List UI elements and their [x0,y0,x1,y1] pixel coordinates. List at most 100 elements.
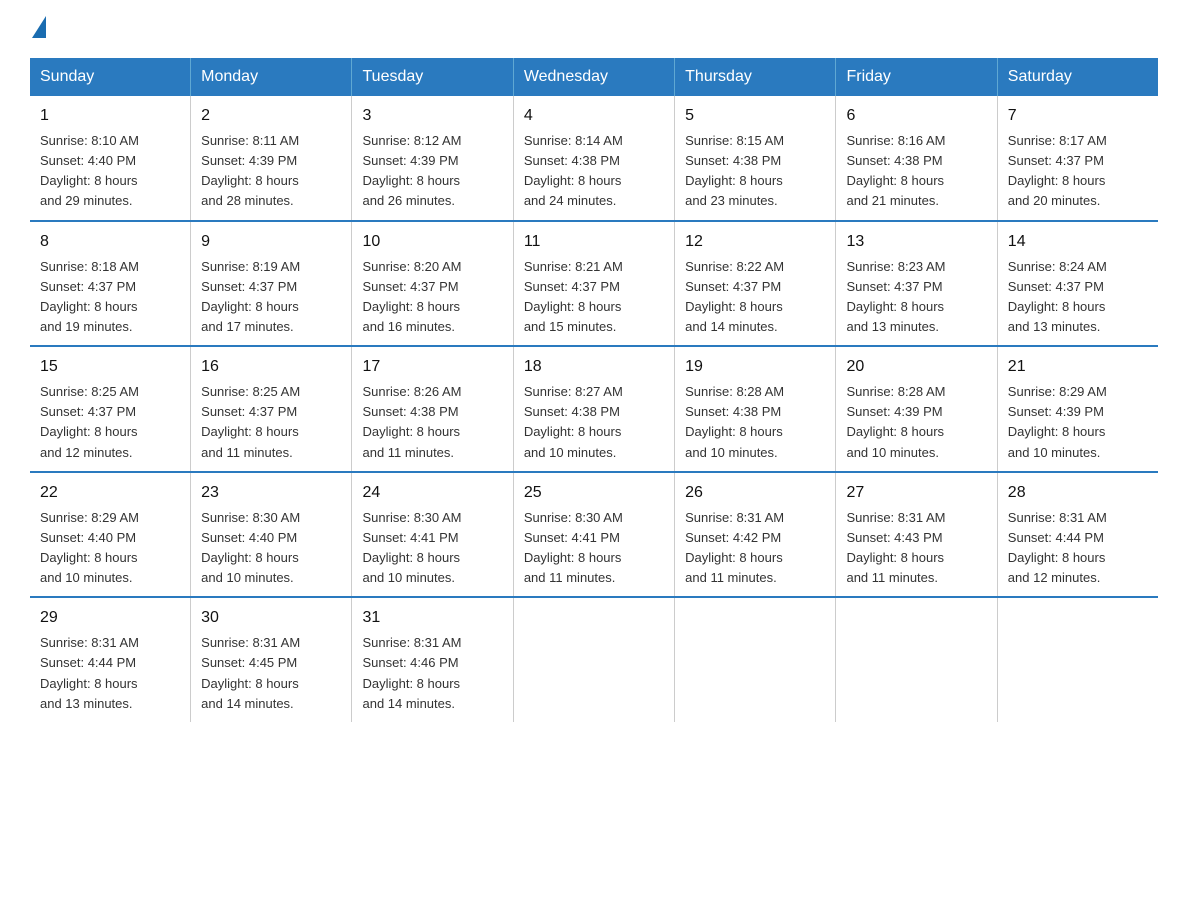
day-info-line: Daylight: 8 hours [40,422,180,442]
day-info-line: Sunrise: 8:28 AM [846,382,986,402]
day-info-line: Sunrise: 8:15 AM [685,131,825,151]
calendar-cell: 4Sunrise: 8:14 AMSunset: 4:38 PMDaylight… [513,96,674,221]
day-info: Sunrise: 8:31 AMSunset: 4:45 PMDaylight:… [201,633,341,714]
day-info-line: Sunset: 4:40 PM [201,528,341,548]
day-number: 20 [846,355,986,379]
day-info-line: Daylight: 8 hours [685,297,825,317]
day-number: 22 [40,481,180,505]
calendar-week-row: 15Sunrise: 8:25 AMSunset: 4:37 PMDayligh… [30,346,1158,472]
day-info: Sunrise: 8:18 AMSunset: 4:37 PMDaylight:… [40,257,180,338]
calendar-cell: 13Sunrise: 8:23 AMSunset: 4:37 PMDayligh… [836,221,997,347]
day-info-line: and 13 minutes. [1008,317,1148,337]
day-info-line: and 16 minutes. [362,317,502,337]
logo [30,20,46,38]
day-info: Sunrise: 8:28 AMSunset: 4:39 PMDaylight:… [846,382,986,463]
day-info-line: Sunrise: 8:31 AM [40,633,180,653]
calendar-week-row: 1Sunrise: 8:10 AMSunset: 4:40 PMDaylight… [30,96,1158,221]
day-info-line: and 14 minutes. [685,317,825,337]
day-info-line: and 14 minutes. [201,694,341,714]
day-number: 13 [846,230,986,254]
day-info-line: Daylight: 8 hours [40,674,180,694]
day-info-line: and 26 minutes. [362,191,502,211]
day-info-line: Sunrise: 8:31 AM [1008,508,1148,528]
day-info-line: Sunset: 4:46 PM [362,653,502,673]
calendar-cell: 25Sunrise: 8:30 AMSunset: 4:41 PMDayligh… [513,472,674,598]
day-info: Sunrise: 8:29 AMSunset: 4:39 PMDaylight:… [1008,382,1148,463]
day-info-line: Sunset: 4:43 PM [846,528,986,548]
day-info: Sunrise: 8:17 AMSunset: 4:37 PMDaylight:… [1008,131,1148,212]
day-info: Sunrise: 8:12 AMSunset: 4:39 PMDaylight:… [362,131,502,212]
day-number: 5 [685,104,825,128]
day-info: Sunrise: 8:11 AMSunset: 4:39 PMDaylight:… [201,131,341,212]
day-info: Sunrise: 8:20 AMSunset: 4:37 PMDaylight:… [362,257,502,338]
day-info-line: Sunset: 4:38 PM [685,151,825,171]
day-info-line: Daylight: 8 hours [362,548,502,568]
day-info-line: and 13 minutes. [846,317,986,337]
day-number: 2 [201,104,341,128]
day-number: 11 [524,230,664,254]
day-info-line: Sunrise: 8:24 AM [1008,257,1148,277]
day-info: Sunrise: 8:19 AMSunset: 4:37 PMDaylight:… [201,257,341,338]
day-info-line: and 10 minutes. [40,568,180,588]
day-number: 18 [524,355,664,379]
calendar-cell: 19Sunrise: 8:28 AMSunset: 4:38 PMDayligh… [675,346,836,472]
day-info: Sunrise: 8:29 AMSunset: 4:40 PMDaylight:… [40,508,180,589]
day-number: 15 [40,355,180,379]
day-info-line: Daylight: 8 hours [846,171,986,191]
day-number: 17 [362,355,502,379]
calendar-cell: 27 Sunrise: 8:31 AMSunset: 4:43 PMDayligh… [836,472,997,598]
calendar-cell: 16Sunrise: 8:25 AMSunset: 4:37 PMDayligh… [191,346,352,472]
day-info-line: and 11 minutes. [524,568,664,588]
day-info-line: and 10 minutes. [685,443,825,463]
day-number: 12 [685,230,825,254]
day-info-line: Sunset: 4:39 PM [201,151,341,171]
day-number: 16 [201,355,341,379]
day-info-line: Sunset: 4:40 PM [40,528,180,548]
day-number: 26 [685,481,825,505]
calendar-week-row: 29Sunrise: 8:31 AMSunset: 4:44 PMDayligh… [30,597,1158,722]
calendar-cell: 21Sunrise: 8:29 AMSunset: 4:39 PMDayligh… [997,346,1158,472]
day-info-line: Sunrise: 8:30 AM [201,508,341,528]
calendar-cell: 24Sunrise: 8:30 AMSunset: 4:41 PMDayligh… [352,472,513,598]
weekday-header-sunday: Sunday [30,58,191,96]
day-info-line: Sunset: 4:38 PM [846,151,986,171]
day-info: Sunrise: 8:10 AMSunset: 4:40 PMDaylight:… [40,131,180,212]
day-info-line: and 10 minutes. [201,568,341,588]
day-info-line: and 11 minutes. [846,568,986,588]
day-info-line: Sunrise: 8:23 AM [846,257,986,277]
day-number: 10 [362,230,502,254]
day-info-line: Daylight: 8 hours [1008,171,1148,191]
day-info-line: and 10 minutes. [524,443,664,463]
calendar-cell: 29Sunrise: 8:31 AMSunset: 4:44 PMDayligh… [30,597,191,722]
day-info-line: Sunrise: 8:25 AM [40,382,180,402]
day-info-line: Sunset: 4:38 PM [362,402,502,422]
day-info-line: and 19 minutes. [40,317,180,337]
day-info-line: Daylight: 8 hours [846,422,986,442]
calendar-cell [836,597,997,722]
day-info-line: Sunset: 4:37 PM [40,277,180,297]
day-info-line: and 29 minutes. [40,191,180,211]
day-info-line: and 14 minutes. [362,694,502,714]
calendar-cell: 10 Sunrise: 8:20 AMSunset: 4:37 PMDayligh… [352,221,513,347]
weekday-header-saturday: Saturday [997,58,1158,96]
day-number: 27 [846,481,986,505]
day-number: 30 [201,606,341,630]
day-info-line: Sunrise: 8:27 AM [524,382,664,402]
day-info-line: Sunset: 4:42 PM [685,528,825,548]
day-info: Sunrise: 8:30 AMSunset: 4:41 PMDaylight:… [362,508,502,589]
day-info-line: Daylight: 8 hours [201,171,341,191]
day-info: Sunrise: 8:31 AMSunset: 4:43 PMDaylight:… [846,508,986,589]
day-info: Sunrise: 8:30 AMSunset: 4:40 PMDaylight:… [201,508,341,589]
day-info-line: Sunrise: 8:31 AM [201,633,341,653]
day-info-line: and 12 minutes. [1008,568,1148,588]
day-info-line: and 12 minutes. [40,443,180,463]
day-info-line: Sunrise: 8:19 AM [201,257,341,277]
calendar-cell: 5Sunrise: 8:15 AMSunset: 4:38 PMDaylight… [675,96,836,221]
calendar-cell: 8Sunrise: 8:18 AMSunset: 4:37 PMDaylight… [30,221,191,347]
day-number: 4 [524,104,664,128]
calendar-cell: 26Sunrise: 8:31 AMSunset: 4:42 PMDayligh… [675,472,836,598]
calendar-cell: 9Sunrise: 8:19 AMSunset: 4:37 PMDaylight… [191,221,352,347]
day-info-line: Sunset: 4:41 PM [524,528,664,548]
day-number: 3 [362,104,502,128]
calendar-cell: 2 Sunrise: 8:11 AMSunset: 4:39 PMDaylight… [191,96,352,221]
